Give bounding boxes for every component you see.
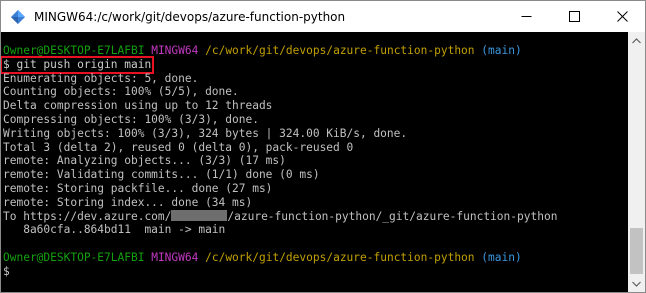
ref-update-line: 8a60cfa..864bd11 main -> main xyxy=(3,223,226,237)
prompt-branch: (main) xyxy=(481,250,522,264)
highlighted-command: $ git push origin main xyxy=(1,55,155,74)
output-line: Enumerating objects: 5, done. xyxy=(3,71,199,85)
prompt-user-host: Owner@DESKTOP-E7LAFBI xyxy=(3,44,145,57)
mingw-diamond-icon xyxy=(10,9,26,25)
title-bar[interactable]: MINGW64:/c/work/git/devops/azure-functio… xyxy=(1,1,645,32)
remote-url-prefix: To https://dev.azure.com/ xyxy=(3,209,172,223)
input-prompt-line[interactable]: $ xyxy=(3,265,627,279)
redacted-organization xyxy=(171,209,228,221)
output-line: Compressing objects: 100% (3/3), done. xyxy=(3,112,259,126)
prompt-system: MINGW64 xyxy=(151,44,199,57)
prompt-branch: (main) xyxy=(481,44,522,57)
close-icon xyxy=(616,11,628,22)
prompt-line: Owner@DESKTOP-E7LAFBI MINGW64 /c/work/gi… xyxy=(3,251,627,265)
output-line: Delta compression using up to 12 threads xyxy=(3,99,273,113)
remote-url-suffix: /azure-function-python/_git/azure-functi… xyxy=(227,209,558,223)
maximize-button[interactable] xyxy=(551,1,597,32)
scroll-thumb[interactable] xyxy=(630,228,643,274)
maximize-icon xyxy=(568,11,580,22)
command-line: $ git push origin main xyxy=(1,55,627,74)
output-line: remote: Storing packfile... done (27 ms) xyxy=(3,181,273,195)
output-line: Writing objects: 100% (3/3), 324 bytes |… xyxy=(3,126,408,140)
output-line: remote: Analyzing objects... (3/3) (17 m… xyxy=(3,154,286,168)
output-line: remote: Validating commits... (1/1) done… xyxy=(3,168,320,182)
minimize-icon xyxy=(521,16,531,17)
prompt-system: MINGW64 xyxy=(151,250,199,264)
window-title: MINGW64:/c/work/git/devops/azure-functio… xyxy=(34,9,346,24)
prompt-path: /c/work/git/devops/azure-function-python xyxy=(205,44,475,57)
prompt-path: /c/work/git/devops/azure-function-python xyxy=(205,250,475,264)
prompt-symbol: $ xyxy=(3,264,10,278)
vertical-scrollbar[interactable] xyxy=(628,32,645,292)
terminal-output[interactable]: Owner@DESKTOP-E7LAFBI MINGW64 /c/work/gi… xyxy=(1,32,627,292)
arrow-up-icon xyxy=(632,37,641,43)
output-line: remote: Storing index... done (34 ms) xyxy=(3,195,253,209)
prompt-user-host: Owner@DESKTOP-E7LAFBI xyxy=(3,250,145,264)
terminal-window: MINGW64:/c/work/git/devops/azure-functio… xyxy=(0,0,646,293)
remote-url-line: To https://dev.azure.com/ /azure-function… xyxy=(3,209,627,224)
prompt-line: Owner@DESKTOP-E7LAFBI MINGW64 /c/work/gi… xyxy=(3,44,627,58)
arrow-down-icon xyxy=(632,281,641,287)
scroll-up-button[interactable] xyxy=(628,32,645,49)
scroll-down-button[interactable] xyxy=(628,275,645,292)
output-line: Total 3 (delta 2), reused 0 (delta 0), p… xyxy=(3,140,354,154)
close-button[interactable] xyxy=(599,1,645,32)
output-line: Counting objects: 100% (5/5), done. xyxy=(3,85,239,99)
minimize-button[interactable] xyxy=(503,1,549,32)
